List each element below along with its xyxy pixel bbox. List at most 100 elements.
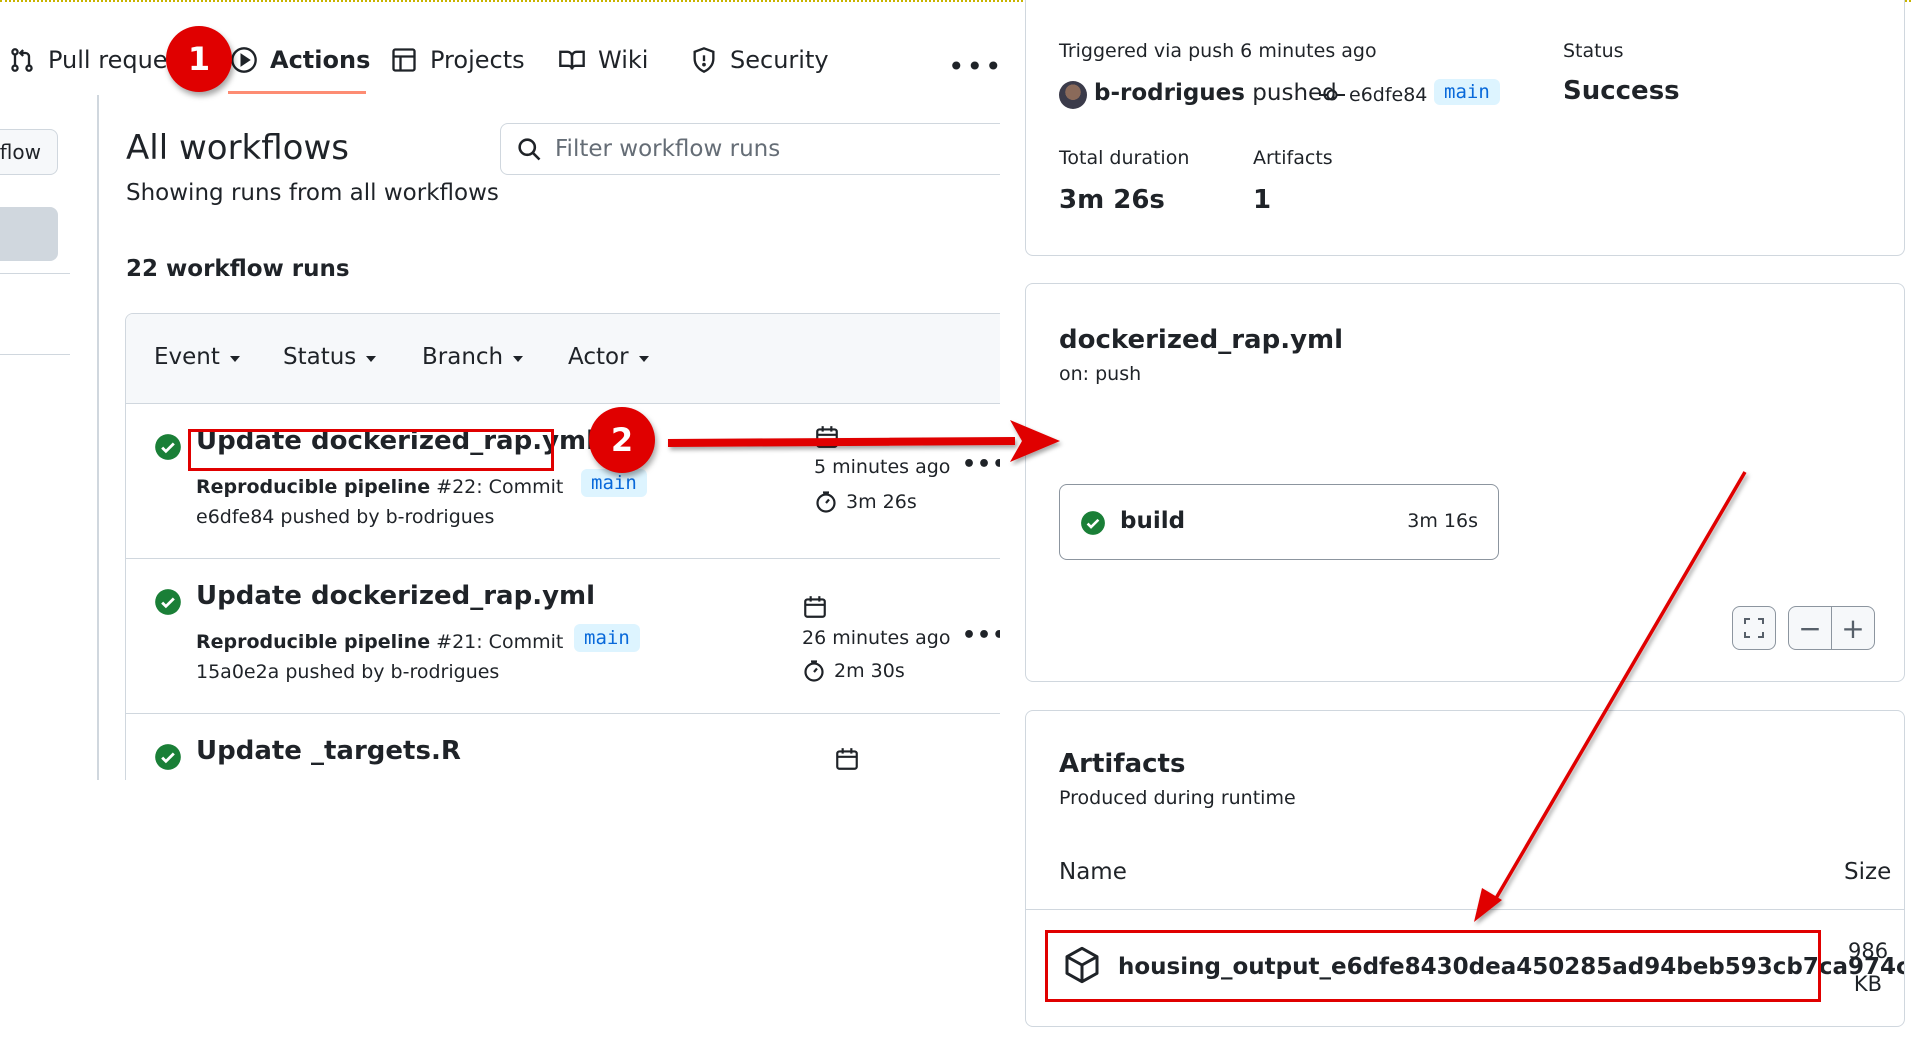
run-duration-value: 3m 26s: [846, 491, 917, 513]
event-filter-dropdown[interactable]: Event: [154, 344, 240, 370]
check-circle-icon: [155, 744, 181, 770]
table-row[interactable]: Update dockerized_rap.yml Reproducible p…: [126, 404, 1000, 559]
tab-pull-requests-label: Pull reques: [48, 46, 181, 74]
actor-filter-label: Actor: [568, 344, 629, 370]
tab-security-label: Security: [730, 46, 829, 74]
tab-actions[interactable]: Actions: [230, 40, 370, 80]
artifact-size: 986 KB: [1848, 935, 1888, 1001]
artifacts-count-value[interactable]: 1: [1253, 185, 1271, 215]
run-workflow-name: Reproducible pipeline: [196, 476, 431, 498]
status-filter-label: Status: [283, 344, 357, 370]
new-workflow-button[interactable]: flow: [0, 129, 58, 175]
status-label: Status: [1563, 40, 1624, 62]
table-row[interactable]: Update dockerized_rap.yml Reproducible p…: [126, 559, 1000, 714]
artifacts-divider: [1026, 909, 1904, 910]
artifact-size-value: 986: [1848, 939, 1889, 963]
run-duration-value: 2m 30s: [834, 660, 905, 682]
zoom-out-button[interactable]: −: [1788, 606, 1832, 650]
shield-icon: [693, 47, 715, 73]
branch-filter-label: Branch: [422, 344, 504, 370]
tab-pull-requests[interactable]: Pull reques: [8, 40, 180, 80]
run-title-link[interactable]: Update dockerized_rap.yml: [196, 581, 595, 611]
run-title-link[interactable]: Update _targets.R: [196, 736, 461, 766]
artifact-size-unit: KB: [1853, 972, 1883, 996]
runs-count: 22 workflow runs: [126, 256, 350, 282]
artifacts-count-label: Artifacts: [1253, 147, 1333, 169]
event-filter-label: Event: [154, 344, 220, 370]
run-duration: 3m 26s: [814, 490, 917, 514]
branch-tag[interactable]: main: [581, 469, 647, 497]
tab-wiki-label: Wiki: [598, 46, 649, 74]
tab-security[interactable]: Security: [690, 40, 829, 80]
branch-filter-dropdown[interactable]: Branch: [422, 344, 524, 370]
commit-icon: [1319, 89, 1345, 101]
tab-actions-label: Actions: [270, 46, 371, 74]
tab-projects[interactable]: Projects: [390, 40, 525, 80]
repo-nav: Pull reques Actions Projects Wiki Securi…: [0, 20, 1000, 95]
calendar-icon: [804, 596, 826, 618]
run-title-highlight: [188, 429, 554, 471]
duration-label: Total duration: [1059, 147, 1190, 169]
run-workflow-name: Reproducible pipeline: [196, 631, 431, 653]
run-number: #21: Commit: [430, 631, 564, 653]
sidebar-divider-2: [0, 354, 70, 355]
status-filter-dropdown[interactable]: Status: [283, 344, 377, 370]
artifact-highlight: [1045, 930, 1821, 1002]
book-icon: [559, 50, 585, 70]
run-more-button[interactable]: •••: [962, 623, 1000, 648]
sidebar-divider-1: [0, 273, 70, 274]
actions-page: Pull reques Actions Projects Wiki Securi…: [0, 0, 1000, 780]
annotation-badge-2: 2: [589, 407, 655, 473]
run-more-button[interactable]: •••: [962, 452, 1000, 477]
column-header-name: Name: [1059, 859, 1127, 885]
duration-value: 3m 26s: [1059, 185, 1165, 215]
check-circle-icon: [1081, 511, 1105, 535]
avatar[interactable]: [1059, 81, 1087, 109]
trigger-label: Triggered via push 6 minutes ago: [1059, 40, 1377, 62]
tab-projects-label: Projects: [430, 46, 525, 74]
zoom-in-button[interactable]: +: [1831, 606, 1875, 650]
artifacts-title: Artifacts: [1059, 749, 1186, 779]
run-meta: Reproducible pipeline #22: Commit: [196, 476, 563, 498]
fullscreen-icon: [1744, 618, 1764, 638]
tab-wiki[interactable]: Wiki: [558, 40, 648, 80]
workflow-file-name: dockerized_rap.yml: [1059, 325, 1344, 355]
nav-more-button[interactable]: •••: [948, 50, 1000, 83]
run-timestamp: 5 minutes ago: [814, 456, 951, 478]
chevron-down-icon: [229, 356, 240, 362]
run-number: #22: Commit: [430, 476, 564, 498]
sidebar-item-all-workflows[interactable]: [0, 207, 58, 261]
calendar-icon: [816, 426, 838, 448]
table-icon: [392, 48, 416, 72]
search-icon: [518, 138, 541, 161]
filter-runs-input[interactable]: Filter workflow runs: [500, 123, 1000, 175]
artifacts-subtitle: Produced during runtime: [1059, 787, 1296, 809]
calendar-icon: [836, 748, 858, 770]
chevron-down-icon: [513, 356, 524, 362]
commit-sha-link[interactable]: e6dfe84: [1349, 84, 1427, 106]
table-row[interactable]: Update _targets.R: [126, 714, 1000, 780]
fullscreen-button[interactable]: [1732, 606, 1776, 650]
artifacts-card: Artifacts Produced during runtime Name S…: [1025, 710, 1905, 1027]
chevron-down-icon: [638, 356, 649, 362]
workflow-trigger: on: push: [1059, 363, 1142, 385]
new-workflow-label: flow: [0, 140, 41, 164]
run-duration: 2m 30s: [802, 659, 905, 683]
job-node-build[interactable]: build 3m 16s: [1059, 484, 1499, 560]
filter-runs-placeholder: Filter workflow runs: [555, 136, 781, 162]
check-circle-icon: [155, 589, 181, 615]
runs-table: Event Status Branch Actor Update dockeri…: [125, 313, 1000, 780]
actor-filter-dropdown[interactable]: Actor: [568, 344, 649, 370]
pusher-info: b-rodrigues pushed: [1094, 80, 1337, 106]
play-icon: [231, 47, 257, 73]
branch-tag[interactable]: main: [574, 624, 640, 652]
page-title: All workflows: [126, 128, 349, 168]
stopwatch-icon: [804, 660, 824, 682]
branch-tag[interactable]: main: [1434, 79, 1500, 105]
run-meta: Reproducible pipeline #21: Commit: [196, 631, 563, 653]
run-commit-info: 15a0e2a pushed by b-rodrigues: [196, 661, 500, 683]
stopwatch-icon: [816, 491, 836, 513]
pusher-name[interactable]: b-rodrigues: [1094, 80, 1245, 106]
minus-icon: −: [1798, 611, 1822, 645]
annotation-badge-1: 1: [166, 26, 232, 92]
